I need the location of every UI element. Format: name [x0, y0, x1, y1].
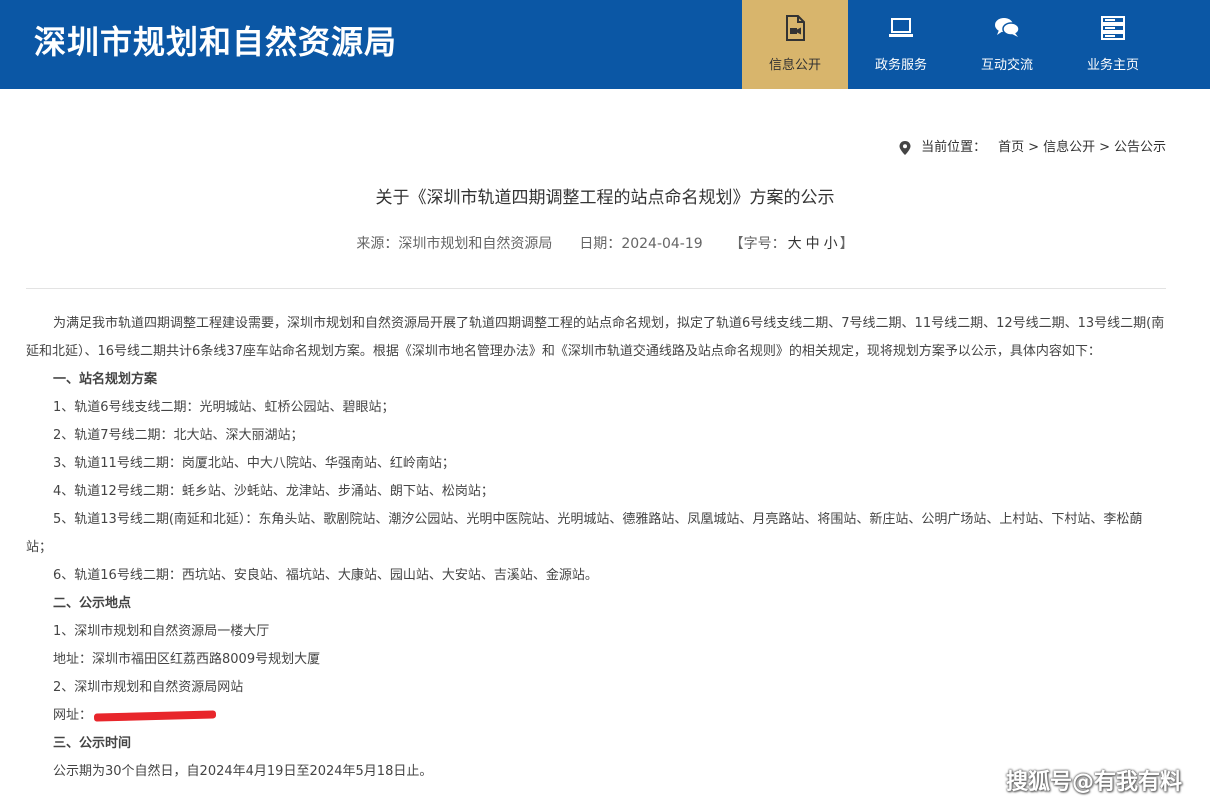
line-item: 6、轨道16号线二期：西坑站、安良站、福坑站、大康站、园山站、大安站、吉溪站、金… [53, 568, 598, 583]
nav-label-business-home: 业务主页 [1086, 58, 1139, 73]
line-item: 5、轨道13号线二期(南延和北延）：东角头站、歌剧院站、潮汐公园站、光明中医院站… [26, 512, 1143, 555]
location-website: 2、深圳市规划和自然资源局网站 [53, 680, 244, 695]
breadcrumb-prefix: 当前位置： [921, 140, 987, 155]
watermark: 搜狐号@有我有料 [1005, 770, 1182, 795]
section-heading-period: 三、公示时间 [53, 736, 132, 751]
line-item: 3、轨道11号线二期：岗厦北站、中大八院站、华强南站、红岭南站； [53, 456, 455, 471]
breadcrumb-separator: > [1099, 140, 1110, 155]
line-item: 1、轨道6号线支线二期：光明城站、虹桥公园站、碧眼站； [53, 400, 395, 415]
period-text: 公示期为30个自然日，自2024年4月19日至2024年5月18日止。 [53, 764, 433, 779]
nav-item-government-services[interactable]: 政务服务 [848, 0, 954, 89]
font-size-label: 【字号： [729, 236, 786, 252]
date-value: 2024-04-19 [621, 236, 703, 252]
location-hall: 1、深圳市规划和自然资源局一楼大厅 [53, 624, 270, 639]
intro-paragraph: 为满足我市轨道四期调整工程建设需要，深圳市规划和自然资源局开展了轨道四期调整工程… [26, 316, 1165, 359]
location-pin-icon [899, 141, 911, 155]
location-address: 地址：深圳市福田区红荔西路8009号规划大厦 [53, 652, 321, 667]
nav-label-interaction: 互动交流 [980, 58, 1033, 73]
divider [26, 288, 1166, 289]
breadcrumb-announcements[interactable]: 公告公示 [1114, 138, 1166, 158]
breadcrumb: 当前位置： 首页 > 信息公开 > 公告公示 [899, 138, 1166, 158]
main-nav: 信息公开 政务服务 互动交流 业务主页 [742, 0, 1166, 89]
article-body: 为满足我市轨道四期调整工程建设需要，深圳市规划和自然资源局开展了轨道四期调整工程… [26, 310, 1166, 786]
redacted-url[interactable] [93, 709, 217, 722]
line-item: 2、轨道7号线二期：北大站、深大丽湖站； [53, 428, 304, 443]
url-label: 网址： [53, 708, 93, 723]
article-meta: 来源：深圳市规划和自然资源局 日期：2024-04-19 【字号：大中小】 [0, 233, 1210, 255]
article-title: 关于《深圳市轨道四期调整工程的站点命名规划》方案的公示 [375, 188, 835, 208]
font-size-close: 】 [839, 236, 854, 252]
site-header: 深圳市规划和自然资源局 信息公开 政务服务 互动交流 业务主页 [0, 0, 1210, 89]
breadcrumb-info-disclosure[interactable]: 信息公开 [1043, 138, 1095, 158]
server-stack-icon [1101, 16, 1125, 40]
font-size-large-button[interactable]: 大 [788, 236, 802, 252]
chat-bubbles-icon [995, 18, 1020, 37]
font-size-small-button[interactable]: 小 [824, 236, 838, 252]
font-size-medium-button[interactable]: 中 [806, 236, 820, 252]
section-heading-station-names: 一、站名规划方案 [53, 372, 158, 387]
info-video-icon [786, 15, 805, 41]
nav-item-business-home[interactable]: 业务主页 [1060, 0, 1166, 89]
source-value: 深圳市规划和自然资源局 [398, 236, 553, 252]
breadcrumb-home[interactable]: 首页 [998, 138, 1024, 158]
nav-label-government-services: 政务服务 [874, 58, 927, 73]
nav-item-info-disclosure[interactable]: 信息公开 [742, 0, 848, 89]
date-label: 日期： [579, 236, 622, 252]
line-item: 4、轨道12号线二期：蚝乡站、沙蚝站、龙津站、步涌站、朗下站、松岗站； [53, 484, 494, 499]
website-url-row: 网址： [26, 702, 1166, 730]
site-title[interactable]: 深圳市规划和自然资源局 [34, 18, 397, 66]
source-label: 来源： [356, 236, 399, 252]
nav-item-interaction[interactable]: 互动交流 [954, 0, 1060, 89]
breadcrumb-separator: > [1028, 140, 1040, 155]
section-heading-location: 二、公示地点 [53, 596, 132, 611]
nav-label-info-disclosure: 信息公开 [768, 58, 821, 73]
laptop-icon [889, 18, 913, 37]
